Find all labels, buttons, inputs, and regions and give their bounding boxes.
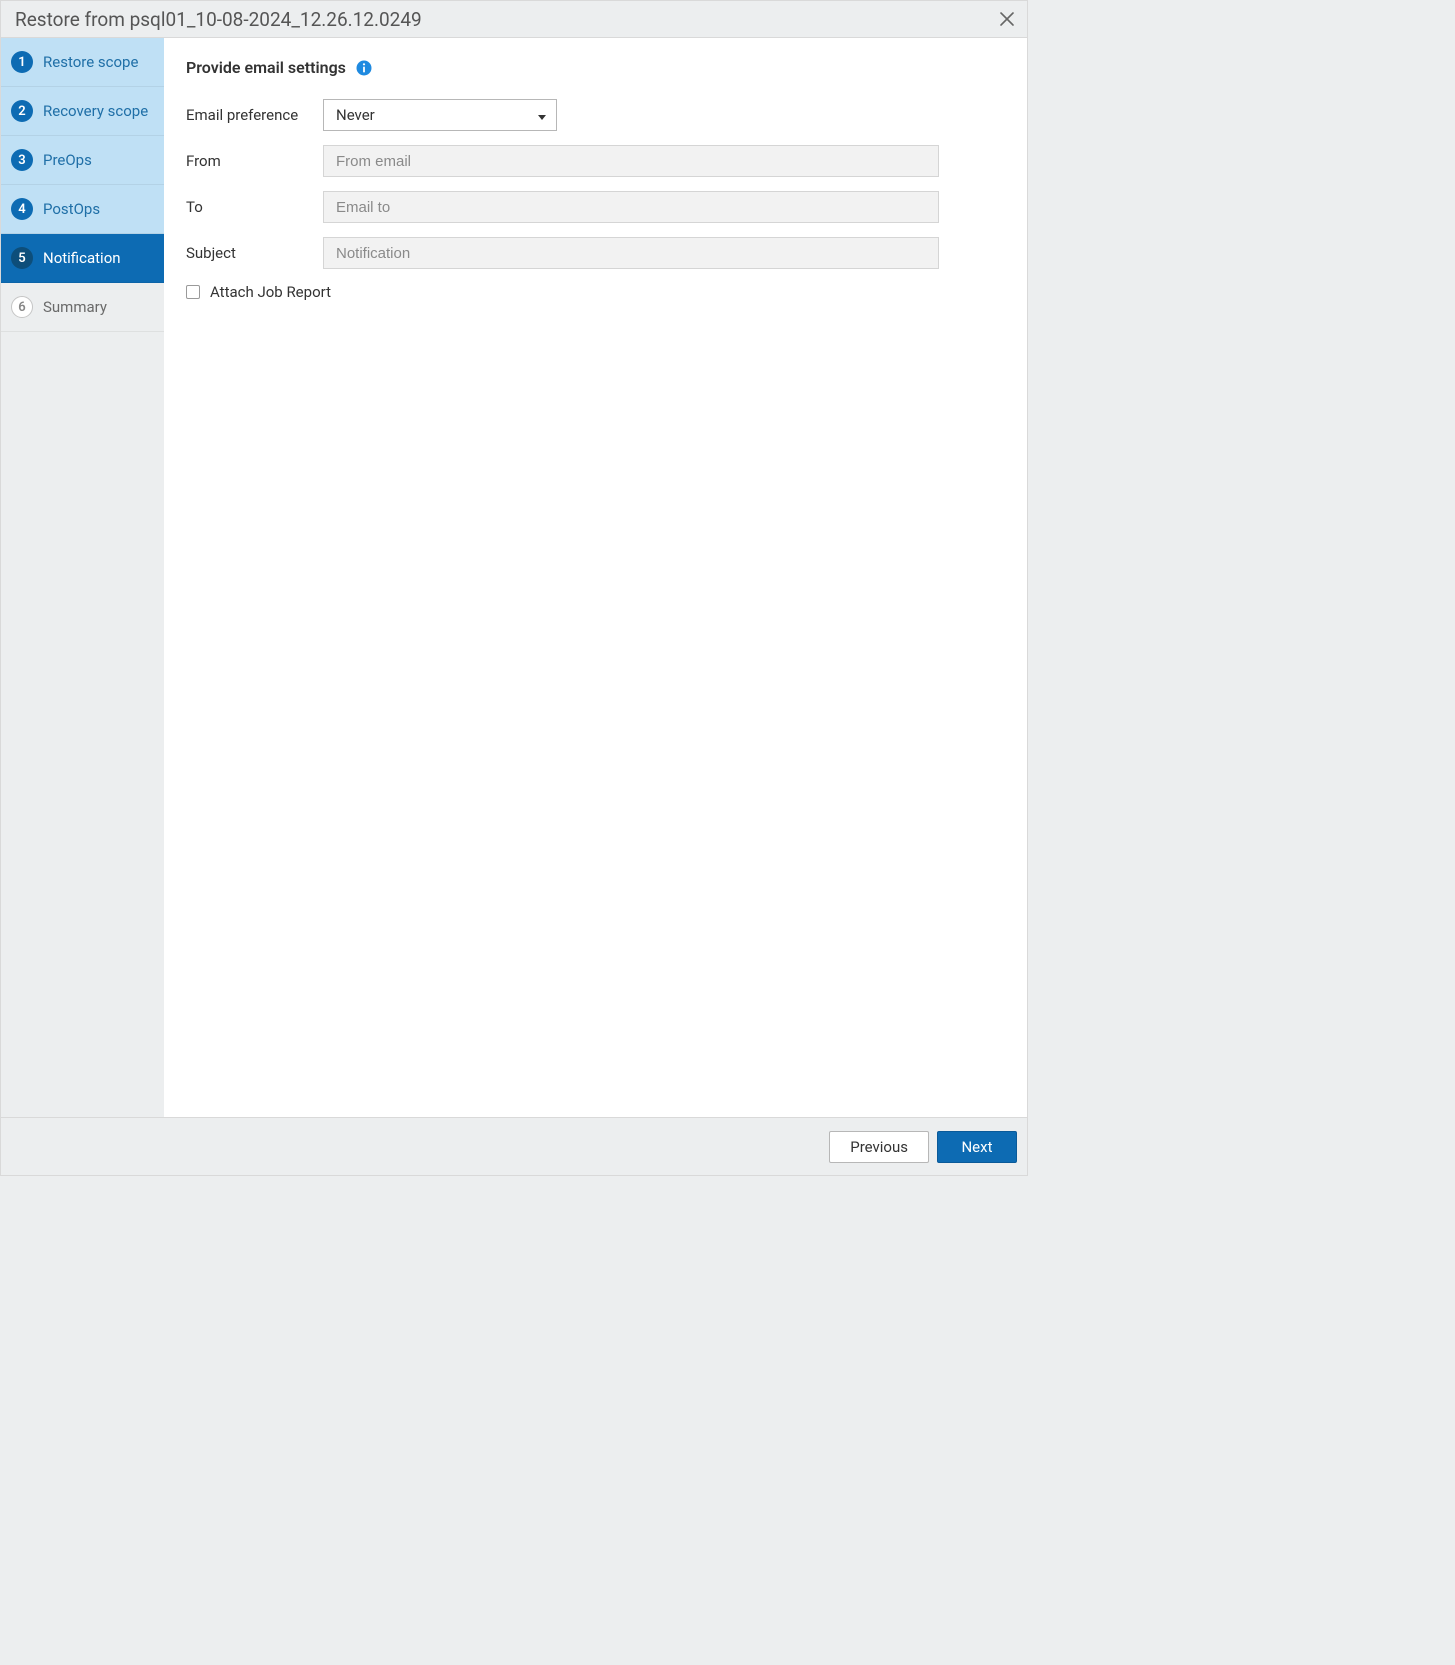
step-label: PostOps <box>43 200 154 218</box>
row-email-preference: Email preference Never <box>186 99 1005 131</box>
step-postops[interactable]: 4 PostOps <box>1 185 164 234</box>
close-icon <box>999 11 1015 27</box>
previous-button[interactable]: Previous <box>829 1131 929 1163</box>
control-to <box>323 191 1005 223</box>
wizard-footer: Previous Next <box>1 1117 1027 1175</box>
step-number: 5 <box>11 247 33 269</box>
label-attach-job-report: Attach Job Report <box>210 283 331 301</box>
step-restore-scope[interactable]: 1 Restore scope <box>1 38 164 87</box>
restore-wizard-window: Restore from psql01_10-08-2024_12.26.12.… <box>0 0 1028 1176</box>
info-icon <box>356 60 372 76</box>
attach-job-report-checkbox[interactable] <box>186 285 200 299</box>
email-preference-select[interactable]: Never <box>323 99 557 131</box>
window-title: Restore from psql01_10-08-2024_12.26.12.… <box>15 8 422 31</box>
step-label: Recovery scope <box>43 102 154 120</box>
step-label: Summary <box>43 298 154 316</box>
close-button[interactable] <box>995 7 1019 31</box>
info-button[interactable] <box>356 60 372 76</box>
step-number: 3 <box>11 149 33 171</box>
row-attach-job-report: Attach Job Report <box>186 283 1005 301</box>
control-email-preference: Never <box>323 99 1005 131</box>
section-heading-row: Provide email settings <box>186 58 1005 77</box>
step-number: 1 <box>11 51 33 73</box>
step-number: 4 <box>11 198 33 220</box>
row-subject: Subject <box>186 237 1005 269</box>
row-from: From <box>186 145 1005 177</box>
subject-input[interactable] <box>323 237 939 269</box>
wizard-body: 1 Restore scope 2 Recovery scope 3 PreOp… <box>1 38 1027 1117</box>
control-from <box>323 145 1005 177</box>
chevron-down-icon <box>538 106 546 124</box>
step-notification[interactable]: 5 Notification <box>1 234 164 283</box>
label-subject: Subject <box>186 244 323 262</box>
label-from: From <box>186 152 323 170</box>
label-email-preference: Email preference <box>186 106 323 124</box>
step-number: 6 <box>11 296 33 318</box>
email-preference-value: Never <box>336 106 375 124</box>
wizard-sidebar: 1 Restore scope 2 Recovery scope 3 PreOp… <box>1 38 164 1117</box>
control-subject <box>323 237 1005 269</box>
titlebar: Restore from psql01_10-08-2024_12.26.12.… <box>1 1 1027 38</box>
step-summary[interactable]: 6 Summary <box>1 283 164 332</box>
section-heading: Provide email settings <box>186 58 346 77</box>
row-to: To <box>186 191 1005 223</box>
wizard-content: Provide email settings Email preference … <box>164 38 1027 1117</box>
label-to: To <box>186 198 323 216</box>
step-label: Notification <box>43 249 154 267</box>
to-email-input[interactable] <box>323 191 939 223</box>
step-preops[interactable]: 3 PreOps <box>1 136 164 185</box>
step-number: 2 <box>11 100 33 122</box>
step-recovery-scope[interactable]: 2 Recovery scope <box>1 87 164 136</box>
step-label: PreOps <box>43 151 154 169</box>
next-button[interactable]: Next <box>937 1131 1017 1163</box>
from-email-input[interactable] <box>323 145 939 177</box>
step-label: Restore scope <box>43 53 154 71</box>
